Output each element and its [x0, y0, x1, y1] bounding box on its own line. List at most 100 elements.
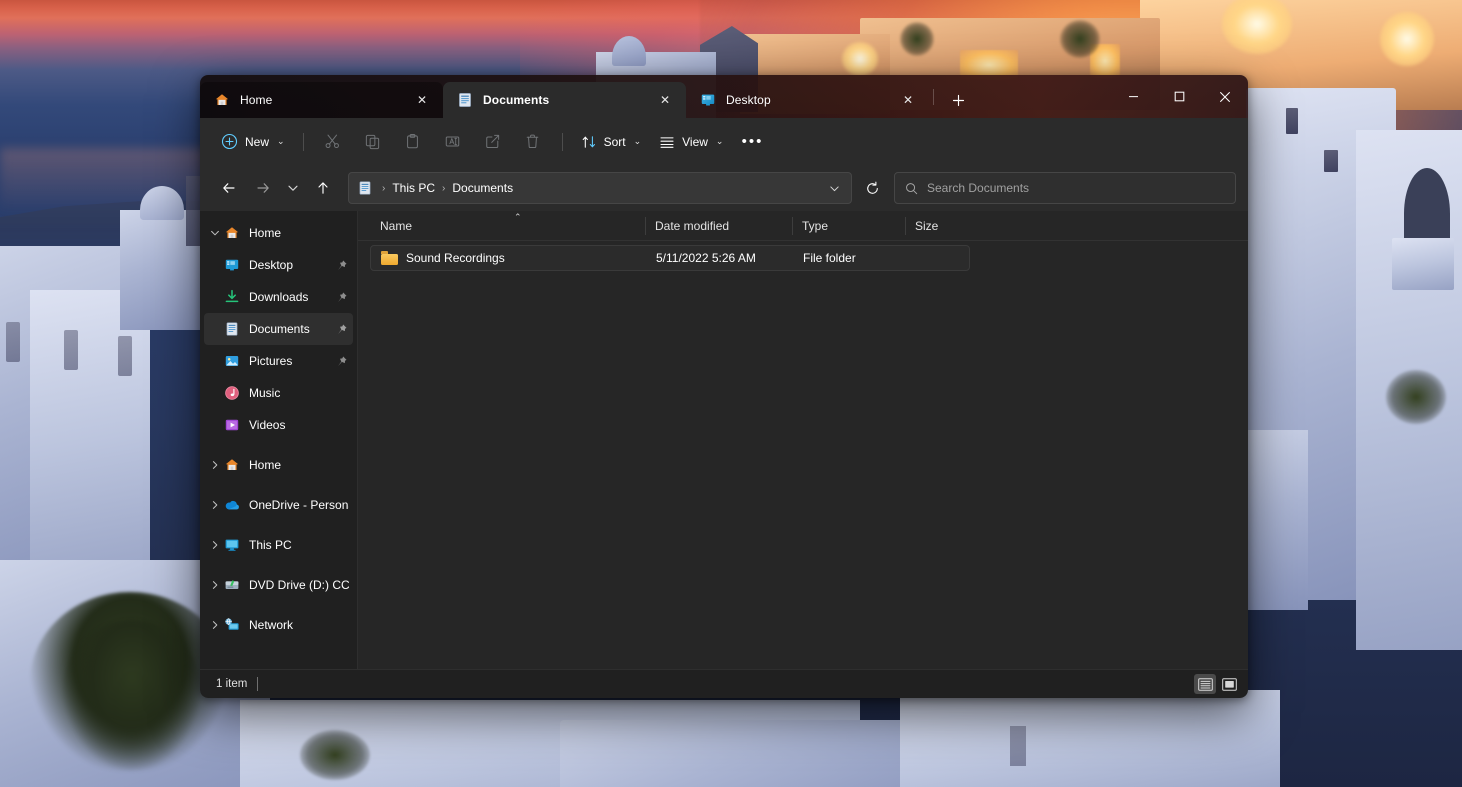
desktop-icon	[700, 92, 716, 108]
tab-label: Documents	[483, 93, 652, 107]
search-box[interactable]	[894, 172, 1236, 204]
close-icon[interactable]: ✕	[409, 87, 435, 113]
chevron-down-icon[interactable]	[821, 175, 847, 201]
sidebar-group-gap	[200, 481, 357, 489]
share-button[interactable]	[473, 126, 513, 158]
pin-icon[interactable]	[333, 259, 349, 272]
breadcrumb-this-pc[interactable]: This PC	[388, 178, 439, 198]
view-button[interactable]: View ⌄	[650, 126, 732, 158]
sidebar-group-gap	[200, 521, 357, 529]
close-icon[interactable]: ✕	[652, 87, 678, 113]
details-view-button[interactable]	[1194, 674, 1216, 694]
sidebar-item-label: OneDrive - Personal	[249, 498, 349, 512]
sidebar-item-documents[interactable]: Documents	[204, 313, 353, 345]
tab-documents[interactable]: Documents ✕	[443, 82, 686, 118]
tab-home[interactable]: Home ✕	[200, 82, 443, 118]
wallpaper-shrub	[300, 730, 370, 780]
chevron-down-icon[interactable]	[206, 217, 224, 249]
chevron-right-icon[interactable]	[206, 489, 224, 521]
back-button[interactable]	[212, 172, 246, 204]
file-type-cell: File folder	[793, 251, 906, 265]
navigation-bar: › This PC › Documents	[200, 165, 1248, 211]
wallpaper-potted-plant	[1386, 370, 1446, 424]
address-bar-actions	[821, 175, 847, 201]
sidebar-item-label: DVD Drive (D:) CCCOMA_X64FRE_EN-US_DV9	[249, 578, 349, 592]
sidebar-item-dvd-drive[interactable]: DVD Drive (D:) CCCOMA_X64FRE_EN-US_DV9	[204, 569, 353, 601]
sidebar-item-downloads[interactable]: Downloads	[204, 281, 353, 313]
chevron-down-icon: ⌄	[716, 136, 724, 147]
sort-button[interactable]: Sort ⌄	[572, 126, 651, 158]
folder-icon	[381, 251, 398, 265]
file-explorer-window: Home ✕ Documents	[200, 75, 1248, 698]
sidebar-item-label: Desktop	[249, 258, 333, 272]
wallpaper-window-recess	[1010, 726, 1026, 766]
sidebar-item-label: Videos	[249, 418, 349, 432]
videos-icon	[224, 417, 240, 433]
sidebar-item-desktop[interactable]: Desktop	[204, 249, 353, 281]
chevron-down-icon: ⌄	[277, 136, 285, 147]
table-row[interactable]: Sound Recordings 5/11/2022 5:26 AM File …	[370, 245, 970, 271]
sidebar-item-music[interactable]: Music	[204, 377, 353, 409]
wallpaper-window-recess	[1324, 150, 1338, 172]
search-input[interactable]	[927, 181, 1225, 195]
minimize-button[interactable]	[1110, 75, 1156, 118]
sidebar-item-label: This PC	[249, 538, 349, 552]
new-tab-button[interactable]	[942, 85, 974, 115]
chevron-right-icon[interactable]	[206, 569, 224, 601]
sidebar-item-label: Home	[249, 458, 349, 472]
pin-icon[interactable]	[333, 291, 349, 304]
up-button[interactable]	[306, 172, 340, 204]
breadcrumb-documents[interactable]: Documents	[448, 178, 517, 198]
paste-button[interactable]	[393, 126, 433, 158]
dvd-icon	[224, 577, 240, 593]
sidebar-item-home-tree[interactable]: Home	[204, 449, 353, 481]
maximize-button[interactable]	[1156, 75, 1202, 118]
desktop-icon	[224, 257, 240, 273]
desktop: Home ✕ Documents	[0, 0, 1462, 787]
large-icons-view-button[interactable]	[1218, 674, 1240, 694]
cut-button[interactable]	[313, 126, 353, 158]
column-header-label: Name	[380, 219, 412, 233]
share-icon	[484, 133, 501, 150]
chevron-right-icon[interactable]	[206, 609, 224, 641]
copy-button[interactable]	[353, 126, 393, 158]
forward-button[interactable]	[246, 172, 280, 204]
clipboard-icon	[404, 133, 421, 150]
sort-ascending-icon: ⌃	[514, 212, 522, 223]
chevron-right-icon[interactable]	[206, 449, 224, 481]
rename-button[interactable]	[433, 126, 473, 158]
recent-locations-button[interactable]	[280, 172, 306, 204]
pin-icon[interactable]	[333, 355, 349, 368]
delete-button[interactable]	[513, 126, 553, 158]
sidebar-item-pictures[interactable]: Pictures	[204, 345, 353, 377]
sidebar-item-this-pc[interactable]: This PC	[204, 529, 353, 561]
wallpaper-lamp-glow	[1380, 12, 1434, 66]
file-date-cell: 5/11/2022 5:26 AM	[646, 251, 793, 265]
wallpaper-rooftop	[900, 690, 1280, 787]
documents-icon	[357, 180, 373, 196]
refresh-button[interactable]	[856, 172, 888, 204]
column-header-name[interactable]: Name ⌃	[370, 211, 645, 241]
new-button[interactable]: New ⌄	[212, 126, 294, 158]
address-bar[interactable]: › This PC › Documents	[348, 172, 852, 204]
sidebar-item-videos[interactable]: Videos	[204, 409, 353, 441]
sidebar-item-network[interactable]: Network	[204, 609, 353, 641]
home-icon	[224, 225, 240, 241]
navigation-pane: Home Desktop	[200, 211, 358, 669]
status-bar: 1 item	[200, 669, 1248, 698]
sidebar-item-onedrive[interactable]: OneDrive - Personal	[204, 489, 353, 521]
pin-icon[interactable]	[333, 323, 349, 336]
sidebar-item-home-quick[interactable]: Home	[204, 217, 353, 249]
sidebar-group-gap	[200, 561, 357, 569]
column-header-size[interactable]: Size	[905, 211, 986, 241]
wallpaper-lamp-glow	[842, 42, 878, 76]
column-header-date-modified[interactable]: Date modified	[645, 211, 792, 241]
column-header-type[interactable]: Type	[792, 211, 905, 241]
tab-desktop[interactable]: Desktop ✕	[686, 82, 929, 118]
chevron-right-icon[interactable]	[206, 529, 224, 561]
close-icon[interactable]: ✕	[895, 87, 921, 113]
tab-separator	[933, 89, 934, 105]
close-button[interactable]	[1202, 75, 1248, 118]
see-more-button[interactable]: •••	[732, 126, 772, 158]
chevron-down-icon: ⌄	[634, 136, 642, 147]
